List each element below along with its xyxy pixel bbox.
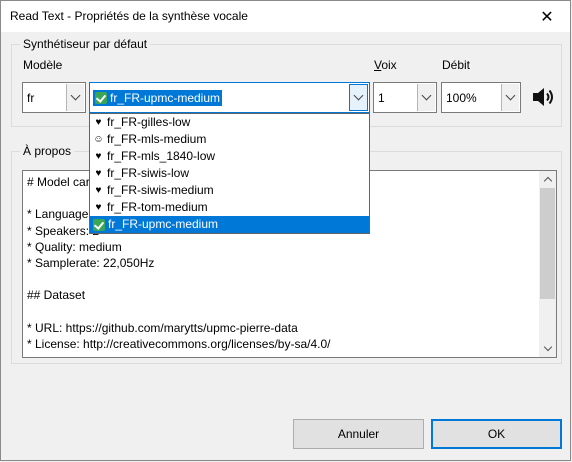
heart-icon: ♥ bbox=[95, 185, 102, 196]
text-line: ## Dataset bbox=[27, 288, 86, 303]
dropdown-item-label: fr_FR-gilles-low bbox=[107, 115, 191, 129]
text-line bbox=[27, 271, 538, 287]
cancel-button[interactable]: Annuler bbox=[293, 419, 424, 449]
heart-icon: ♥ bbox=[95, 117, 102, 128]
speaker-icon[interactable] bbox=[531, 85, 555, 109]
about-group-legend: À propos bbox=[20, 144, 75, 158]
rate-label: Débit bbox=[442, 58, 471, 72]
language-select[interactable]: fr bbox=[22, 82, 86, 113]
chevron-down-icon[interactable] bbox=[501, 84, 519, 111]
ok-button[interactable]: OK bbox=[431, 419, 562, 449]
dropdown-item-label: fr_FR-siwis-low bbox=[107, 166, 189, 180]
dropdown-item-label: fr_FR-tom-medium bbox=[107, 200, 208, 214]
scroll-up-icon[interactable] bbox=[539, 171, 556, 188]
scroll-thumb[interactable] bbox=[540, 188, 555, 299]
heart-icon: ♥ bbox=[95, 168, 102, 179]
dropdown-item[interactable]: ♥ fr_FR-tom-medium bbox=[90, 199, 369, 216]
text-line: * Samplerate: 22,050Hz bbox=[27, 255, 155, 270]
text-line: * License: http://creativecommons.org/li… bbox=[27, 336, 331, 351]
voice-label-rest: oix bbox=[381, 58, 397, 72]
chevron-down-icon[interactable] bbox=[349, 84, 368, 111]
dropdown-item-label: fr_FR-mls-medium bbox=[107, 132, 207, 146]
vertical-scrollbar[interactable] bbox=[539, 171, 556, 357]
model-value: fr_FR-upmc-medium bbox=[110, 91, 221, 105]
text-line bbox=[27, 304, 538, 320]
voice-select[interactable]: 1 bbox=[373, 82, 437, 113]
rate-value: 100% bbox=[446, 91, 477, 105]
chevron-down-icon[interactable] bbox=[417, 84, 435, 111]
dropdown-item[interactable]: ♥ fr_FR-mls_1840-low bbox=[90, 148, 369, 165]
chevron-down-icon[interactable] bbox=[66, 84, 84, 111]
check-icon bbox=[93, 218, 105, 231]
voice-label: Voix bbox=[374, 58, 397, 72]
model-value-highlight: fr_FR-upmc-medium bbox=[93, 90, 223, 106]
dropdown-item[interactable]: ♥ fr_FR-siwis-medium bbox=[90, 182, 369, 199]
model-label: Modèle bbox=[23, 58, 63, 72]
dropdown-item-label: fr_FR-upmc-medium bbox=[108, 217, 219, 231]
dropdown-item-selected[interactable]: fr_FR-upmc-medium bbox=[90, 216, 369, 233]
smiley-icon: ☺ bbox=[93, 134, 104, 145]
check-icon bbox=[95, 92, 107, 104]
dropdown-item-label: fr_FR-mls_1840-low bbox=[107, 149, 216, 163]
close-icon[interactable]: ✕ bbox=[524, 1, 570, 32]
model-dropdown-list: ♥ fr_FR-gilles-low ☺ fr_FR-mls-medium ♥ … bbox=[89, 113, 370, 234]
dropdown-item-label: fr_FR-siwis-medium bbox=[107, 183, 214, 197]
scroll-down-icon[interactable] bbox=[539, 340, 556, 357]
heart-icon: ♥ bbox=[95, 202, 102, 213]
language-value: fr bbox=[27, 91, 35, 105]
synth-group-legend: Synthétiseur par défaut bbox=[20, 37, 151, 51]
model-select[interactable]: fr_FR-upmc-medium bbox=[89, 82, 370, 113]
window-title: Read Text - Propriétés de la synthèse vo… bbox=[10, 9, 248, 23]
dropdown-item[interactable]: ♥ fr_FR-gilles-low bbox=[90, 114, 369, 131]
heart-icon: ♥ bbox=[95, 151, 102, 162]
text-line: * Quality: medium bbox=[27, 239, 122, 254]
text-line: * URL: https://github.com/marytts/upmc-p… bbox=[27, 320, 298, 335]
dialog-window: Read Text - Propriétés de la synthèse vo… bbox=[0, 0, 571, 461]
dropdown-item[interactable]: ☺ fr_FR-mls-medium bbox=[90, 131, 369, 148]
voice-value: 1 bbox=[378, 91, 385, 105]
title-bar: Read Text - Propriétés de la synthèse vo… bbox=[1, 1, 570, 32]
rate-select[interactable]: 100% bbox=[441, 82, 521, 113]
model-value-wrap: fr_FR-upmc-medium bbox=[93, 90, 223, 107]
dropdown-item[interactable]: ♥ fr_FR-siwis-low bbox=[90, 165, 369, 182]
